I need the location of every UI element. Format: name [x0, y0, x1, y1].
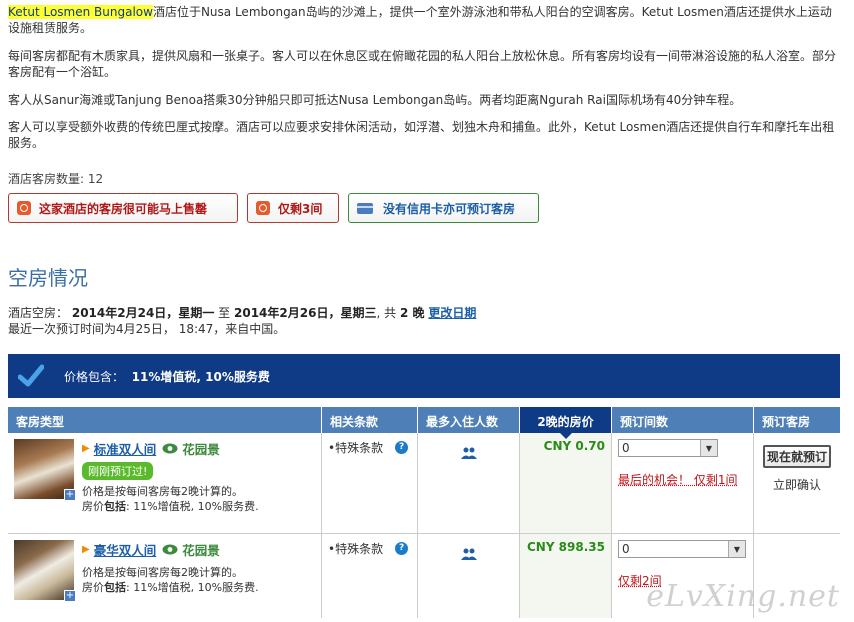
- enlarge-icon[interactable]: +: [64, 489, 76, 501]
- availability-title: 空房情况: [8, 266, 88, 290]
- checkmark-icon: [18, 364, 44, 387]
- terms-cell: •特殊条款?: [322, 534, 418, 618]
- enlarge-icon[interactable]: +: [64, 590, 76, 602]
- price-note: 价格是按每间客房每2晚计算的。: [82, 485, 243, 498]
- people-icon: [460, 447, 477, 459]
- room-photo[interactable]: +: [14, 540, 76, 602]
- header-terms: 相关条款: [322, 407, 418, 433]
- room-cell: + ▶ 标准双人间 花园景 刚刚预订过! 价格是按每间客房每2晚计算的。 房价包…: [8, 433, 322, 533]
- price-includes-note: 房价包括: 11%增值税, 10%服务费.: [82, 581, 259, 594]
- header-room-type: 客房类型: [8, 407, 322, 433]
- chevron-down-icon: ▼: [700, 440, 717, 456]
- room-name-row: ▶ 豪华双人间 花园景: [82, 540, 259, 559]
- header-max-occupancy: 最多入住人数: [418, 407, 520, 433]
- occupancy-cell: [418, 433, 520, 533]
- people-icon: [460, 548, 477, 560]
- arrow-right-icon: ▶: [82, 443, 90, 454]
- hotel-description-p3: 客人从Sanur海滩或Tanjung Benoa搭乘30分钟船只即可抵达Nusa…: [8, 93, 742, 107]
- help-icon[interactable]: ?: [395, 542, 409, 555]
- change-dates-link[interactable]: 更改日期: [428, 306, 476, 320]
- room-name-link[interactable]: 标准双人间: [94, 439, 157, 458]
- special-terms[interactable]: •特殊条款: [328, 439, 383, 456]
- table-header: 客房类型 相关条款 最多入住人数 2晚的房价 预订间数 预订客房: [8, 407, 840, 439]
- header-book: 预订客房: [762, 415, 811, 429]
- price-note: 价格是按每间客房每2晚计算的。: [82, 566, 243, 579]
- table-row: + ▶ 标准双人间 花园景 刚刚预订过! 价格是按每间客房每2晚计算的。 房价包…: [8, 433, 840, 534]
- occupancy-cell: [418, 534, 520, 618]
- instant-confirm: 立即确认: [772, 478, 821, 492]
- room-name-link[interactable]: 豪华双人间: [94, 540, 157, 559]
- header-price[interactable]: 2晚的房价: [520, 407, 612, 439]
- help-icon[interactable]: ?: [395, 441, 409, 454]
- sell-out-badge: 这家酒店的客房很可能马上售罄: [8, 193, 238, 223]
- room-quantity-select[interactable]: 0 ▼: [618, 540, 746, 558]
- watermark: eLvXing.net: [646, 579, 840, 614]
- eye-icon: [162, 443, 178, 454]
- only-left-badge: 仅剩3间: [247, 193, 339, 223]
- hotel-description-p1: Ketut Losmen Bungalow酒店位于Nusa Lembongan岛…: [8, 5, 832, 35]
- clock-icon: [256, 201, 270, 215]
- book-now-button[interactable]: 现在就预订: [762, 445, 831, 468]
- room-count: 酒店客房数量: 12: [8, 172, 104, 186]
- room-view: 花园景: [182, 543, 220, 558]
- hotel-description-p4: 客人可以享受额外收费的传统巴厘式按摩。酒店可以应要求安排休闲活动，如浮潜、划独木…: [8, 120, 835, 150]
- price-includes-banner: 价格包含： 11%增值税, 10%服务费: [8, 354, 840, 398]
- chevron-down-icon: ▼: [728, 541, 745, 557]
- price-cell: CNY 898.35: [520, 534, 612, 618]
- availability-dates: 酒店空房： 2014年2月24日，星期一 至 2014年2月26日，星期三, 共…: [8, 306, 477, 336]
- room-cell: + ▶ 豪华双人间 花园景 价格是按每间客房每2晚计算的。 房价包括: 11%增…: [8, 534, 322, 618]
- room-price: CNY 898.35: [526, 540, 605, 554]
- clock-icon: [17, 201, 31, 215]
- special-terms[interactable]: •特殊条款: [328, 540, 383, 557]
- no-card-badge: 没有信用卡亦可预订客房: [348, 193, 539, 223]
- availability-warning: 最后的机会！ 仅剩1间: [618, 473, 738, 487]
- recent-booking: 最近一次预订时间为4月25日， 18:47，来自中国。: [8, 322, 286, 336]
- eye-icon: [162, 544, 178, 555]
- arrow-right-icon: ▶: [82, 544, 90, 555]
- book-cell: 现在就预订 立即确认: [754, 433, 840, 533]
- price-includes-note: 房价包括: 11%增值税, 10%服务费.: [82, 500, 259, 513]
- room-view: 花园景: [182, 442, 220, 457]
- rooms-cell: 0 ▼ 最后的机会！ 仅剩1间: [612, 433, 754, 533]
- room-price: CNY 0.70: [543, 439, 605, 453]
- price-cell: CNY 0.70: [520, 433, 612, 533]
- header-rooms: 预订间数: [612, 407, 754, 433]
- hotel-description-p2: 每间客房都配有木质家具，提供风扇和一张桌子。客人可以在休息区或在俯瞰花园的私人阳…: [8, 49, 837, 79]
- room-name-row: ▶ 标准双人间 花园景: [82, 439, 259, 458]
- room-photo[interactable]: +: [14, 439, 76, 501]
- hotel-name-highlight: Ketut Losmen Bungalow: [8, 5, 153, 19]
- terms-cell: •特殊条款?: [322, 433, 418, 533]
- room-quantity-select[interactable]: 0 ▼: [618, 439, 718, 457]
- just-booked-badge: 刚刚预订过!: [82, 462, 154, 480]
- credit-card-icon: [357, 202, 373, 214]
